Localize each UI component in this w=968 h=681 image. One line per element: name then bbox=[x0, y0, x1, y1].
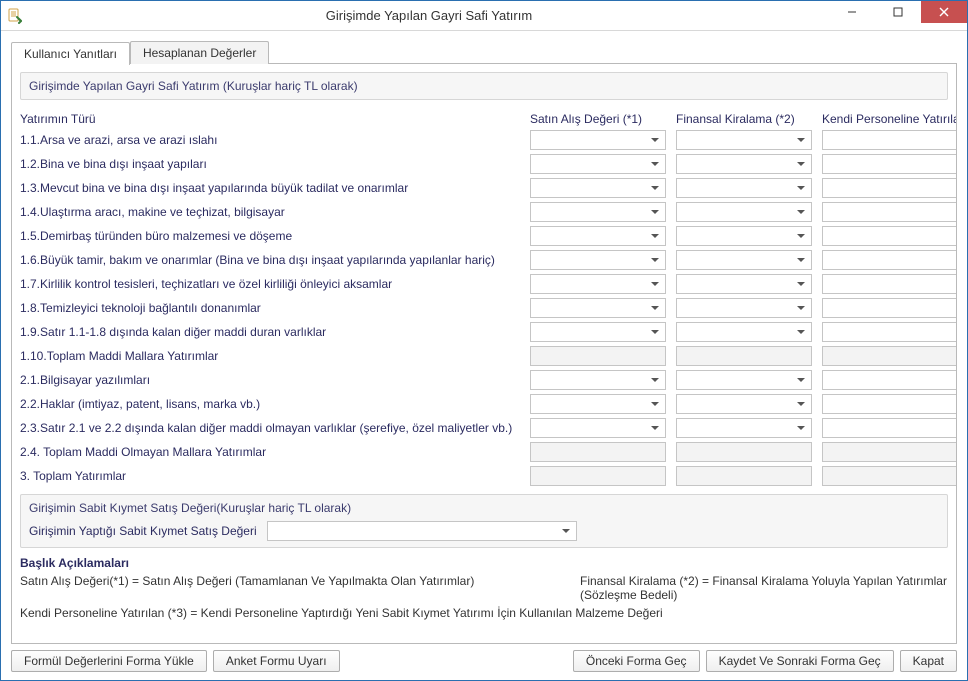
fixed-asset-group: Girişimin Sabit Kıymet Satış Değeri(Kuru… bbox=[20, 494, 948, 548]
row-label: 1.2.Bina ve bina dışı inşaat yapıları bbox=[20, 157, 520, 171]
cell-personnel-r11[interactable] bbox=[822, 394, 957, 414]
cell-personnel-r14 bbox=[822, 466, 957, 486]
maximize-button[interactable] bbox=[875, 1, 921, 23]
prev-form-button[interactable]: Önceki Forma Geç bbox=[573, 650, 700, 672]
cell-leasing-r12[interactable] bbox=[676, 418, 812, 438]
row-label: 1.3.Mevcut bina ve bina dışı inşaat yapı… bbox=[20, 181, 520, 195]
cell-purchase-r3[interactable] bbox=[530, 202, 666, 222]
row-label: 1.1.Arsa ve arazi, arsa ve arazi ıslahı bbox=[20, 133, 520, 147]
cell-personnel-r6[interactable] bbox=[822, 274, 957, 294]
cell-purchase-r2[interactable] bbox=[530, 178, 666, 198]
cell-leasing-r13 bbox=[676, 442, 812, 462]
window-title: Girişimde Yapılan Gayri Safi Yatırım bbox=[29, 8, 829, 23]
cell-leasing-r3[interactable] bbox=[676, 202, 812, 222]
titlebar: Girişimde Yapılan Gayri Safi Yatırım bbox=[1, 1, 967, 31]
close-button[interactable] bbox=[921, 1, 967, 23]
cell-leasing-r2[interactable] bbox=[676, 178, 812, 198]
cell-leasing-r14 bbox=[676, 466, 812, 486]
row-label: 3. Toplam Yatırımlar bbox=[20, 469, 520, 483]
fixed-asset-input[interactable] bbox=[267, 521, 577, 541]
cell-purchase-r10[interactable] bbox=[530, 370, 666, 390]
explanation-leasing: Finansal Kiralama (*2) = Finansal Kirala… bbox=[580, 574, 948, 602]
window-buttons bbox=[829, 1, 967, 30]
cell-purchase-r5[interactable] bbox=[530, 250, 666, 270]
cell-purchase-r13 bbox=[530, 442, 666, 462]
fixed-asset-label: Girişimin Yaptığı Sabit Kıymet Satış Değ… bbox=[29, 524, 257, 538]
cell-purchase-r11[interactable] bbox=[530, 394, 666, 414]
cell-personnel-r7[interactable] bbox=[822, 298, 957, 318]
footer: Formül Değerlerini Forma Yükle Anket For… bbox=[11, 644, 957, 672]
row-label: 1.9.Satır 1.1-1.8 dışında kalan diğer ma… bbox=[20, 325, 520, 339]
row-label: 1.6.Büyük tamir, bakım ve onarımlar (Bin… bbox=[20, 253, 520, 267]
row-label: 1.8.Temizleyici teknoloji bağlantılı don… bbox=[20, 301, 520, 315]
row-label: 2.3.Satır 2.1 ve 2.2 dışında kalan diğer… bbox=[20, 421, 520, 435]
cell-leasing-r1[interactable] bbox=[676, 154, 812, 174]
explanation-line-2: Kendi Personeline Yatırılan (*3) = Kendi… bbox=[20, 606, 948, 620]
explanation-purchase: Satın Alış Değeri(*1) = Satın Alış Değer… bbox=[20, 574, 580, 602]
close-form-button[interactable]: Kapat bbox=[900, 650, 957, 672]
cell-personnel-r4[interactable] bbox=[822, 226, 957, 246]
cell-purchase-r7[interactable] bbox=[530, 298, 666, 318]
cell-purchase-r9 bbox=[530, 346, 666, 366]
row-label: 2.4. Toplam Maddi Olmayan Mallara Yatırı… bbox=[20, 445, 520, 459]
investment-group: Girişimde Yapılan Gayri Safi Yatırım (Ku… bbox=[20, 72, 948, 100]
cell-leasing-r10[interactable] bbox=[676, 370, 812, 390]
cell-personnel-r0[interactable] bbox=[822, 130, 957, 150]
explanation-line-1: Satın Alış Değeri(*1) = Satın Alış Değer… bbox=[20, 574, 948, 602]
explanation-personnel: Kendi Personeline Yatırılan (*3) = Kendi… bbox=[20, 606, 663, 620]
explanations-title: Başlık Açıklamaları bbox=[20, 556, 948, 570]
window-body: Kullanıcı Yanıtları Hesaplanan Değerler … bbox=[1, 31, 967, 680]
cell-purchase-r1[interactable] bbox=[530, 154, 666, 174]
cell-leasing-r8[interactable] bbox=[676, 322, 812, 342]
minimize-button[interactable] bbox=[829, 1, 875, 23]
cell-leasing-r6[interactable] bbox=[676, 274, 812, 294]
app-icon bbox=[1, 1, 29, 31]
row-label: 1.5.Demirbaş türünden büro malzemesi ve … bbox=[20, 229, 520, 243]
investment-group-title: Girişimde Yapılan Gayri Safi Yatırım (Ku… bbox=[29, 79, 939, 93]
cell-purchase-r14 bbox=[530, 466, 666, 486]
app-window: Girişimde Yapılan Gayri Safi Yatırım Kul… bbox=[0, 0, 968, 681]
col-header-personnel: Kendi Personeline Yatırılan (*3) bbox=[822, 112, 957, 126]
cell-leasing-r4[interactable] bbox=[676, 226, 812, 246]
cell-leasing-r0[interactable] bbox=[676, 130, 812, 150]
save-next-button[interactable]: Kaydet Ve Sonraki Forma Geç bbox=[706, 650, 894, 672]
cell-personnel-r5[interactable] bbox=[822, 250, 957, 270]
cell-leasing-r11[interactable] bbox=[676, 394, 812, 414]
cell-purchase-r0[interactable] bbox=[530, 130, 666, 150]
row-label: 2.2.Haklar (imtiyaz, patent, lisans, mar… bbox=[20, 397, 520, 411]
cell-purchase-r4[interactable] bbox=[530, 226, 666, 246]
row-label: 1.4.Ulaştırma aracı, makine ve teçhizat,… bbox=[20, 205, 520, 219]
cell-purchase-r12[interactable] bbox=[530, 418, 666, 438]
cell-personnel-r9 bbox=[822, 346, 957, 366]
cell-leasing-r9 bbox=[676, 346, 812, 366]
cell-personnel-r13 bbox=[822, 442, 957, 462]
cell-personnel-r3[interactable] bbox=[822, 202, 957, 222]
cell-purchase-r6[interactable] bbox=[530, 274, 666, 294]
tab-panel: Girişimde Yapılan Gayri Safi Yatırım (Ku… bbox=[11, 63, 957, 644]
cell-purchase-r8[interactable] bbox=[530, 322, 666, 342]
row-label: 1.7.Kirlilik kontrol tesisleri, teçhizat… bbox=[20, 277, 520, 291]
fixed-asset-group-title: Girişimin Sabit Kıymet Satış Değeri(Kuru… bbox=[29, 501, 939, 515]
cell-leasing-r5[interactable] bbox=[676, 250, 812, 270]
row-label: 1.10.Toplam Maddi Mallara Yatırımlar bbox=[20, 349, 520, 363]
survey-warning-button[interactable]: Anket Formu Uyarı bbox=[213, 650, 340, 672]
col-header-leasing: Finansal Kiralama (*2) bbox=[676, 112, 812, 126]
load-formula-button[interactable]: Formül Değerlerini Forma Yükle bbox=[11, 650, 207, 672]
cell-personnel-r2[interactable] bbox=[822, 178, 957, 198]
tab-calculated-values[interactable]: Hesaplanan Değerler bbox=[130, 41, 269, 64]
cell-personnel-r8[interactable] bbox=[822, 322, 957, 342]
cell-personnel-r10[interactable] bbox=[822, 370, 957, 390]
cell-personnel-r12[interactable] bbox=[822, 418, 957, 438]
row-label: 2.1.Bilgisayar yazılımları bbox=[20, 373, 520, 387]
tab-bar: Kullanıcı Yanıtları Hesaplanan Değerler bbox=[11, 41, 957, 64]
cell-leasing-r7[interactable] bbox=[676, 298, 812, 318]
col-header-type: Yatırımın Türü bbox=[20, 112, 520, 126]
col-header-purchase: Satın Alış Değeri (*1) bbox=[530, 112, 666, 126]
cell-personnel-r1[interactable] bbox=[822, 154, 957, 174]
investment-grid: Yatırımın Türü Satın Alış Değeri (*1) Fi… bbox=[20, 106, 948, 490]
tab-user-answers[interactable]: Kullanıcı Yanıtları bbox=[11, 42, 130, 65]
